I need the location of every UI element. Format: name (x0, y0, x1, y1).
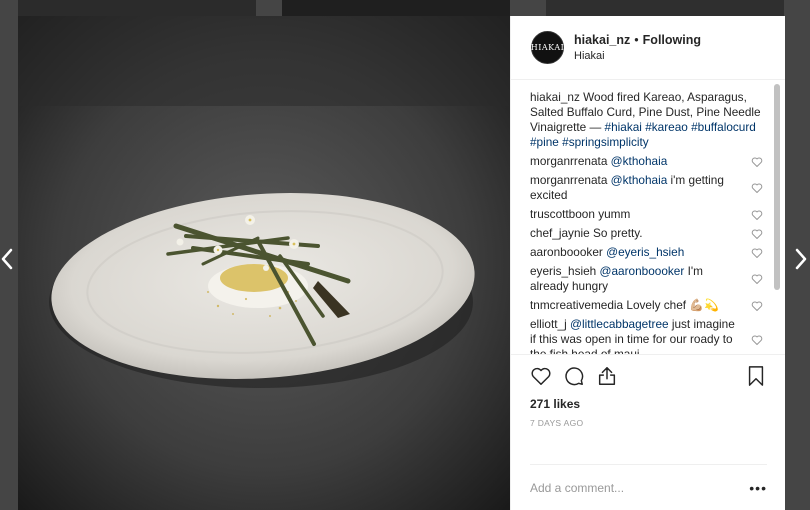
comment-username[interactable]: aaronboooker (530, 245, 603, 259)
more-options-button[interactable]: ••• (749, 480, 767, 496)
post-location[interactable]: Hiakai (574, 49, 701, 63)
comment-item: morganrrenata @kthohaia i'm getting exci… (530, 173, 767, 203)
heart-icon (751, 183, 763, 193)
comments-section[interactable]: hiakai_nz Wood fired Kareao, Asparagus, … (511, 80, 785, 354)
post-photo[interactable] (18, 16, 510, 510)
comment-username[interactable]: tnmcreativemedia (530, 298, 623, 312)
heart-icon (531, 367, 551, 385)
next-post-button[interactable] (794, 247, 808, 271)
post-date[interactable]: 7 DAYS AGO (530, 418, 767, 428)
comment-item: morganrrenata @kthohaia (530, 154, 767, 169)
background-post-thumbnail (546, 0, 784, 16)
heart-icon (751, 228, 763, 239)
share-button[interactable] (596, 365, 618, 387)
like-comment-button[interactable] (751, 209, 763, 221)
like-comment-button[interactable] (751, 247, 763, 259)
avatar-text: HIAKAI (530, 43, 565, 52)
comment-input[interactable] (530, 480, 750, 495)
background-post-thumbnail (18, 0, 256, 16)
comment-text: morganrrenata @kthohaia (530, 154, 751, 169)
previous-post-button[interactable] (0, 247, 14, 271)
heart-icon (751, 156, 763, 167)
comment-mention[interactable]: @kthohaia (611, 173, 668, 187)
comment-mention[interactable]: @littlecabbagetree (570, 317, 669, 331)
post-modal: HIAKAI hiakai_nz • Following Hiakai hiakai… (18, 16, 785, 510)
comment-item: truscottboon yumm (530, 207, 767, 222)
share-icon (598, 367, 616, 385)
like-button[interactable] (530, 365, 552, 387)
like-comment-button[interactable] (751, 156, 763, 168)
comment-username[interactable]: chef_jaynie (530, 226, 590, 240)
post-side-panel: HIAKAI hiakai_nz • Following Hiakai hiakai… (510, 16, 785, 510)
caption-username[interactable]: hiakai_nz (530, 90, 580, 104)
comment-username[interactable]: truscottboon (530, 207, 595, 221)
post-author-username[interactable]: hiakai_nz (574, 33, 630, 47)
comment-body: Lovely chef 💪🏼💫 (626, 298, 719, 312)
comment-button[interactable] (563, 365, 585, 387)
comment-body: So pretty. (592, 226, 643, 240)
like-count[interactable]: 271 likes (530, 397, 767, 411)
comment-item: eyeris_hsieh @aaronboooker I'm already h… (530, 264, 767, 294)
comment-mention[interactable]: @kthohaia (611, 154, 668, 168)
post-caption: hiakai_nz Wood fired Kareao, Asparagus, … (530, 90, 767, 150)
like-comment-button[interactable] (751, 273, 763, 285)
save-button[interactable] (745, 365, 767, 387)
comment-mention[interactable]: @aaronboooker (600, 264, 685, 278)
comment-username[interactable]: eyeris_hsieh (530, 264, 596, 278)
heart-icon (751, 300, 763, 311)
background-post-thumbnail (282, 0, 510, 16)
comments-scrollbar[interactable] (774, 84, 780, 290)
comment-item: elliott_j @littlecabbagetree just imagin… (530, 317, 767, 354)
comment-text: aaronboooker @eyeris_hsieh (530, 245, 751, 260)
comment-body: yumm (598, 207, 631, 221)
food-dish-image (18, 16, 510, 510)
comment-item: aaronboooker @eyeris_hsieh (530, 245, 767, 260)
comment-username[interactable]: elliott_j (530, 317, 567, 331)
heart-icon (751, 334, 763, 345)
avatar[interactable]: HIAKAI (531, 31, 564, 64)
comment-text: chef_jaynie So pretty. (530, 226, 751, 241)
like-comment-button[interactable] (751, 334, 763, 346)
chevron-left-icon (1, 248, 13, 270)
heart-icon (751, 209, 763, 220)
comment-text: elliott_j @littlecabbagetree just imagin… (530, 317, 751, 354)
post-header: HIAKAI hiakai_nz • Following Hiakai (511, 16, 785, 80)
comment-text: truscottboon yumm (530, 207, 751, 222)
comment-text: morganrrenata @kthohaia i'm getting exci… (530, 173, 751, 203)
comment-mention[interactable]: @eyeris_hsieh (606, 245, 684, 259)
comment-username[interactable]: morganrrenata (530, 173, 607, 187)
separator-dot: • (634, 33, 639, 47)
post-actions: 271 likes 7 DAYS AGO (511, 354, 785, 464)
comment-text: tnmcreativemedia Lovely chef 💪🏼💫 (530, 298, 751, 313)
comment-item: tnmcreativemedia Lovely chef 💪🏼💫 (530, 298, 767, 313)
following-button[interactable]: Following (643, 33, 701, 47)
comment-username[interactable]: morganrrenata (530, 154, 607, 168)
comment-list: morganrrenata @kthohaia morganrrenata @k… (530, 154, 767, 354)
like-comment-button[interactable] (751, 228, 763, 240)
heart-icon (751, 247, 763, 258)
like-comment-button[interactable] (751, 182, 763, 194)
chevron-right-icon (795, 248, 807, 270)
comment-text: eyeris_hsieh @aaronboooker I'm already h… (530, 264, 751, 294)
bookmark-icon (748, 366, 764, 386)
comment-item: chef_jaynie So pretty. (530, 226, 767, 241)
heart-icon (751, 274, 763, 284)
add-comment-bar: ••• (530, 464, 767, 510)
comment-bubble-icon (565, 367, 584, 386)
like-comment-button[interactable] (751, 300, 763, 312)
